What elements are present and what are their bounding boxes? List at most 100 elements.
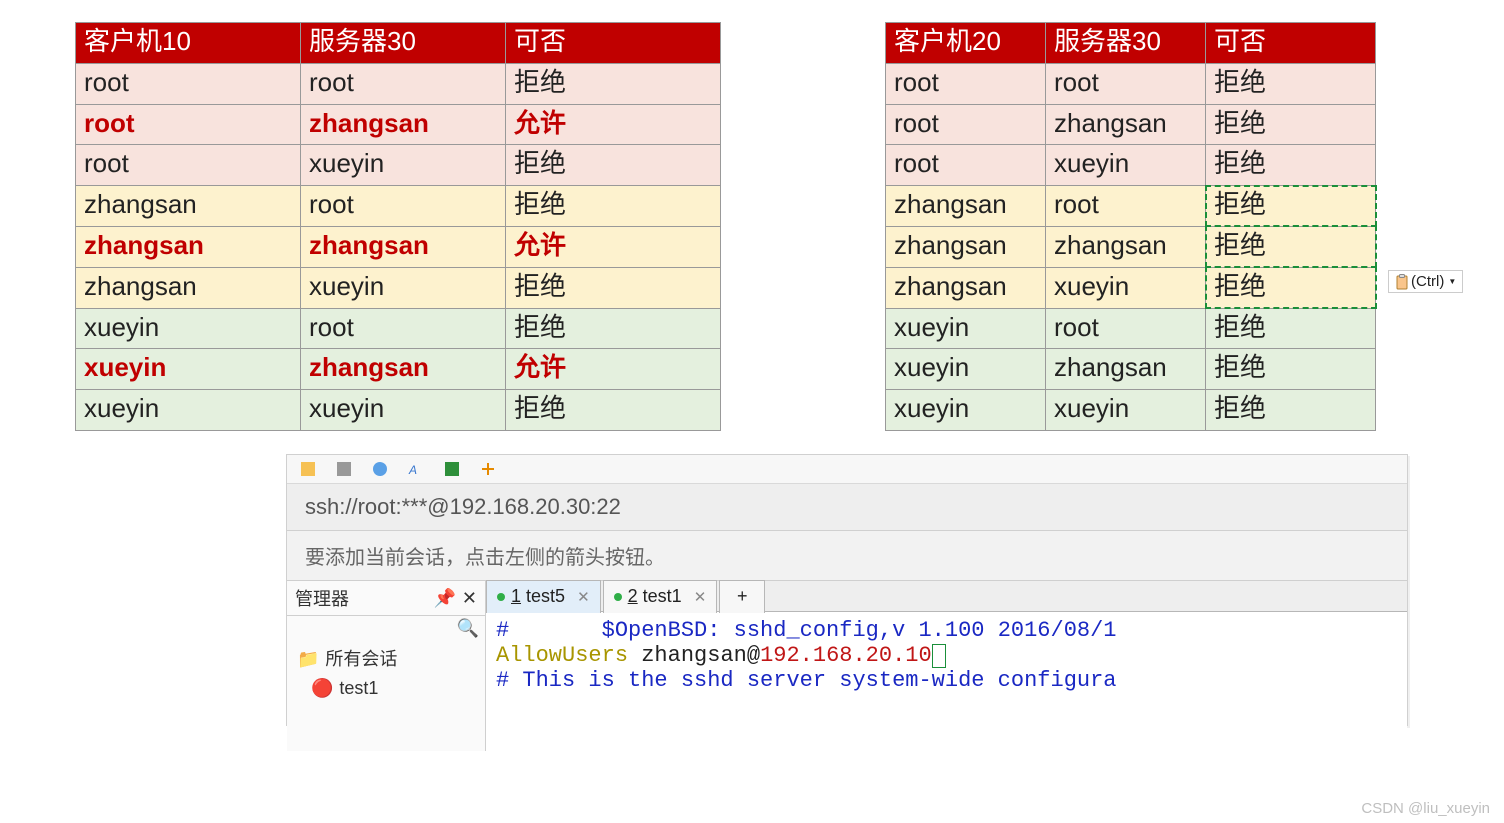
cell[interactable]: 拒绝 xyxy=(506,186,721,227)
cell[interactable]: xueyin xyxy=(301,267,506,308)
cell[interactable]: xueyin xyxy=(886,308,1046,349)
cell[interactable]: 拒绝 xyxy=(506,63,721,104)
cell[interactable]: 拒绝 xyxy=(1206,308,1376,349)
close-icon[interactable]: ✕ xyxy=(462,588,477,609)
cell[interactable]: zhangsan xyxy=(76,226,301,267)
access-table-client20[interactable]: 客户机20服务器30可否rootroot拒绝rootzhangsan拒绝root… xyxy=(885,22,1376,431)
cell[interactable]: root xyxy=(1046,63,1206,104)
cell[interactable]: zhangsan xyxy=(301,104,506,145)
toolbar-icon[interactable] xyxy=(299,460,317,478)
tree-item-all-sessions[interactable]: 📁 所有会话 xyxy=(297,645,475,674)
cell[interactable]: xueyin xyxy=(1046,267,1206,308)
tab-test5[interactable]: 1 test5 ✕ xyxy=(486,580,601,613)
col-header[interactable]: 可否 xyxy=(506,23,721,64)
cell[interactable]: 允许 xyxy=(506,226,721,267)
cell[interactable]: 拒绝 xyxy=(1206,104,1376,145)
table-row[interactable]: xueyinzhangsan允许 xyxy=(76,349,721,390)
table-row[interactable]: rootroot拒绝 xyxy=(886,63,1376,104)
cell[interactable]: xueyin xyxy=(301,145,506,186)
cell[interactable]: 拒绝 xyxy=(1206,349,1376,390)
col-header[interactable]: 客户机20 xyxy=(886,23,1046,64)
cell[interactable]: 拒绝 xyxy=(1206,390,1376,431)
cell[interactable]: root xyxy=(76,63,301,104)
cell[interactable]: 拒绝 xyxy=(1206,186,1376,227)
cell[interactable]: root xyxy=(301,63,506,104)
paste-options-tag[interactable]: (Ctrl) ▼ xyxy=(1388,270,1463,293)
table-row[interactable]: zhangsanroot拒绝 xyxy=(886,186,1376,227)
table-row[interactable]: rootxueyin拒绝 xyxy=(886,145,1376,186)
tab-close-icon[interactable]: ✕ xyxy=(577,588,590,606)
cell[interactable]: xueyin xyxy=(886,390,1046,431)
table-row[interactable]: rootzhangsan拒绝 xyxy=(886,104,1376,145)
terminal-code[interactable]: # $OpenBSD: sshd_config,v 1.100 2016/08/… xyxy=(486,612,1407,699)
col-header[interactable]: 服务器30 xyxy=(1046,23,1206,64)
toolbar-icon[interactable]: A xyxy=(407,460,425,478)
cell[interactable]: root xyxy=(76,145,301,186)
cell[interactable]: xueyin xyxy=(1046,145,1206,186)
table-row[interactable]: rootroot拒绝 xyxy=(76,63,721,104)
tab-add[interactable]: + xyxy=(719,580,765,613)
cell[interactable]: 拒绝 xyxy=(506,267,721,308)
access-table-client10[interactable]: 客户机10服务器30可否rootroot拒绝rootzhangsan允许root… xyxy=(75,22,721,431)
cell[interactable]: root xyxy=(886,63,1046,104)
cell[interactable]: zhangsan xyxy=(1046,104,1206,145)
cell[interactable]: zhangsan xyxy=(1046,349,1206,390)
table-row[interactable]: rootzhangsan允许 xyxy=(76,104,721,145)
cell[interactable]: 允许 xyxy=(506,349,721,390)
cell[interactable]: xueyin xyxy=(1046,390,1206,431)
tab-close-icon[interactable]: ✕ xyxy=(694,588,707,606)
table-row[interactable]: xueyinxueyin拒绝 xyxy=(886,390,1376,431)
table-row[interactable]: zhangsanzhangsan拒绝 xyxy=(886,226,1376,267)
cell[interactable]: zhangsan xyxy=(886,226,1046,267)
cell[interactable]: root xyxy=(301,186,506,227)
cell[interactable]: zhangsan xyxy=(886,186,1046,227)
table-row[interactable]: xueyinzhangsan拒绝 xyxy=(886,349,1376,390)
pin-icon[interactable]: 📌 xyxy=(433,588,455,609)
table-row[interactable]: xueyinxueyin拒绝 xyxy=(76,390,721,431)
table-row[interactable]: xueyinroot拒绝 xyxy=(76,308,721,349)
table-row[interactable]: zhangsanzhangsan允许 xyxy=(76,226,721,267)
col-header[interactable]: 客户机10 xyxy=(76,23,301,64)
cell[interactable]: zhangsan xyxy=(301,349,506,390)
cell[interactable]: root xyxy=(1046,186,1206,227)
table-row[interactable]: xueyinroot拒绝 xyxy=(886,308,1376,349)
toolbar-icon[interactable] xyxy=(443,460,461,478)
cell[interactable]: zhangsan xyxy=(886,267,1046,308)
table-row[interactable]: zhangsanroot拒绝 xyxy=(76,186,721,227)
terminal-toolbar[interactable]: A xyxy=(287,455,1407,484)
table-row[interactable]: rootxueyin拒绝 xyxy=(76,145,721,186)
cell[interactable]: 拒绝 xyxy=(506,145,721,186)
cell[interactable]: root xyxy=(76,104,301,145)
toolbar-icon[interactable] xyxy=(371,460,389,478)
tab-test1[interactable]: 2 test1 ✕ xyxy=(603,580,718,613)
cell[interactable]: 拒绝 xyxy=(1206,145,1376,186)
toolbar-icon[interactable] xyxy=(479,460,497,478)
cell[interactable]: xueyin xyxy=(301,390,506,431)
cell[interactable]: root xyxy=(886,104,1046,145)
cell[interactable]: zhangsan xyxy=(301,226,506,267)
cell[interactable]: zhangsan xyxy=(76,186,301,227)
toolbar-icon[interactable] xyxy=(335,460,353,478)
cell[interactable]: 拒绝 xyxy=(1206,226,1376,267)
cell[interactable]: root xyxy=(886,145,1046,186)
cell[interactable]: zhangsan xyxy=(76,267,301,308)
cell[interactable]: 拒绝 xyxy=(506,390,721,431)
terminal-address: ssh://root:***@192.168.20.30:22 xyxy=(287,484,1407,531)
cell[interactable]: 拒绝 xyxy=(1206,63,1376,104)
col-header[interactable]: 可否 xyxy=(1206,23,1376,64)
table-row[interactable]: zhangsanxueyin拒绝 xyxy=(76,267,721,308)
col-header[interactable]: 服务器30 xyxy=(301,23,506,64)
cell[interactable]: xueyin xyxy=(76,390,301,431)
tree-item-test1[interactable]: 🔴 test1 xyxy=(297,674,475,703)
cell[interactable]: xueyin xyxy=(76,349,301,390)
cell[interactable]: xueyin xyxy=(886,349,1046,390)
cell[interactable]: 拒绝 xyxy=(1206,267,1376,308)
cell[interactable]: 允许 xyxy=(506,104,721,145)
cell[interactable]: 拒绝 xyxy=(506,308,721,349)
cell[interactable]: root xyxy=(1046,308,1206,349)
table-row[interactable]: zhangsanxueyin拒绝 xyxy=(886,267,1376,308)
cell[interactable]: xueyin xyxy=(76,308,301,349)
sidebar-search[interactable]: 🔍 xyxy=(287,616,485,641)
cell[interactable]: root xyxy=(301,308,506,349)
cell[interactable]: zhangsan xyxy=(1046,226,1206,267)
